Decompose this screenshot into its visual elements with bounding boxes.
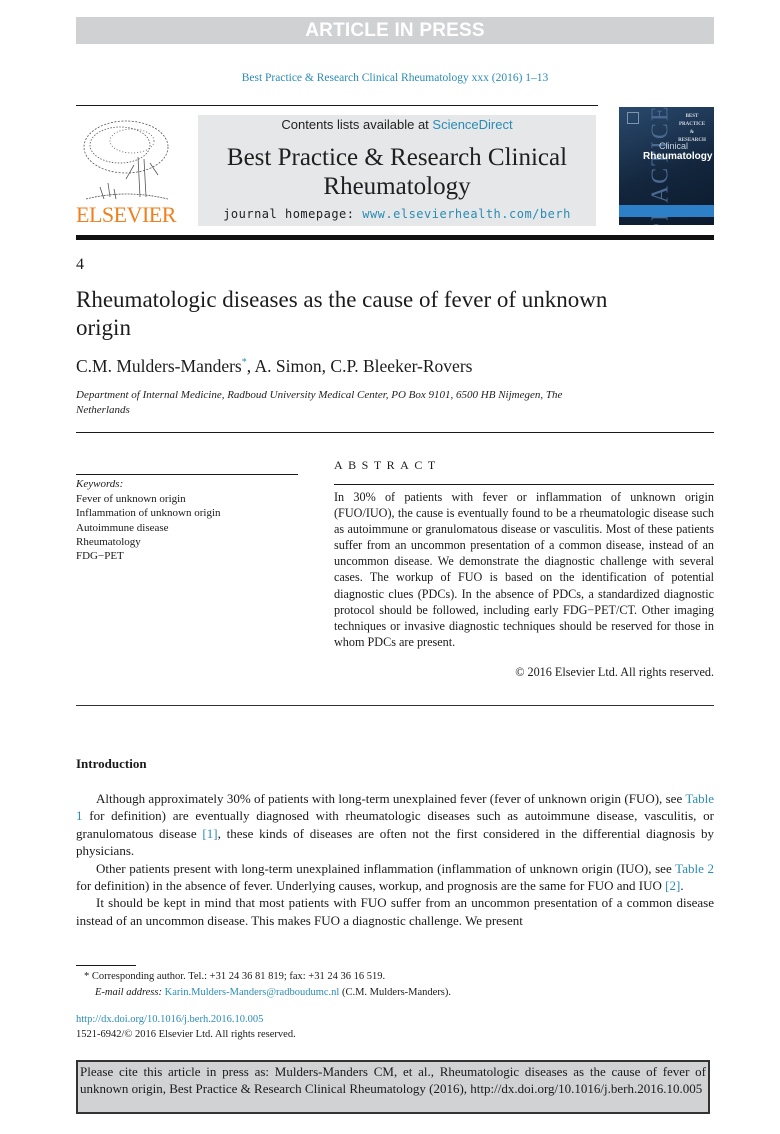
author-list: C.M. Mulders-Manders*, A. Simon, C.P. Bl… bbox=[76, 356, 472, 377]
abstract-end-rule bbox=[76, 705, 714, 706]
keywords-rule bbox=[76, 474, 298, 475]
contents-available-line: Contents lists available at ScienceDirec… bbox=[198, 117, 596, 132]
email-suffix: (C.M. Mulders-Manders). bbox=[339, 986, 452, 998]
footnote: * Corresponding author. Tel.: +31 24 36 … bbox=[84, 969, 684, 1000]
author-name[interactable]: C.P. Bleeker-Rovers bbox=[330, 356, 472, 376]
journal-masthead: Contents lists available at ScienceDirec… bbox=[198, 115, 596, 226]
issn-copyright: 1521-6942/© 2016 Elsevier Ltd. All right… bbox=[76, 1029, 296, 1040]
text-run: Other patients present with long-term un… bbox=[96, 860, 676, 876]
reference-2-link[interactable]: [2] bbox=[665, 878, 680, 893]
contents-prefix: Contents lists available at bbox=[281, 117, 433, 132]
journal-title: Best Practice & Research Clinical Rheuma… bbox=[226, 144, 568, 200]
footnote-rule bbox=[76, 965, 136, 966]
introduction-body: Although approximately 30% of patients w… bbox=[76, 790, 714, 929]
doi-block: http://dx.doi.org/10.1016/j.berh.2016.10… bbox=[76, 1012, 296, 1042]
article-title: Rheumatologic diseases as the cause of f… bbox=[76, 287, 608, 340]
elsevier-logo[interactable]: ELSEVIER bbox=[76, 115, 176, 227]
elsevier-wordmark: ELSEVIER bbox=[76, 202, 176, 227]
email-label: E-mail address: bbox=[95, 986, 162, 998]
cover-band bbox=[619, 205, 714, 217]
author-name[interactable]: A. Simon bbox=[255, 356, 322, 376]
cover-line2: Rheumatology bbox=[643, 151, 713, 162]
citation-box: Please cite this article in press as: Mu… bbox=[76, 1060, 710, 1114]
header-rule bbox=[76, 105, 598, 106]
text-run: for definition) in the absence of fever.… bbox=[76, 878, 666, 894]
text-run: Although approximately 30% of patients w… bbox=[96, 791, 686, 806]
email-line: E-mail address: Karin.Mulders-Manders@ra… bbox=[84, 985, 684, 1001]
intro-paragraph-3: It should be kept in mind that most pati… bbox=[76, 895, 714, 928]
doi-link[interactable]: http://dx.doi.org/10.1016/j.berh.2016.10… bbox=[76, 1012, 296, 1027]
keyword-item: Fever of unknown origin bbox=[76, 493, 186, 505]
keywords-heading: Keywords: bbox=[76, 478, 124, 490]
sciencedirect-link[interactable]: ScienceDirect bbox=[432, 117, 512, 132]
journal-cover-thumbnail[interactable]: BEST PRACTICE & RESEARCH PRACTICE Clinic… bbox=[619, 107, 714, 225]
abstract-copyright: © 2016 Elsevier Ltd. All rights reserved… bbox=[515, 665, 714, 679]
corresponding-author-note: * Corresponding author. Tel.: +31 24 36 … bbox=[84, 971, 386, 982]
homepage-link[interactable]: www.elsevierhealth.com/berh bbox=[362, 207, 571, 221]
abstract-heading: ABSTRACT bbox=[334, 458, 441, 472]
email-link[interactable]: Karin.Mulders-Manders@radboudumc.nl bbox=[165, 987, 340, 998]
article-in-press-banner: ARTICLE IN PRESS bbox=[76, 17, 714, 44]
cover-emblem-icon bbox=[627, 112, 639, 124]
journal-homepage-line: journal homepage: www.elsevierhealth.com… bbox=[198, 207, 596, 221]
homepage-label: journal homepage: bbox=[223, 207, 363, 221]
abstract-text: In 30% of patients with fever or inflamm… bbox=[334, 490, 714, 649]
intro-paragraph-1: Although approximately 30% of patients w… bbox=[76, 790, 714, 860]
author-affiliation: Department of Internal Medicine, Radboud… bbox=[76, 389, 563, 416]
keyword-item: Rheumatology bbox=[76, 535, 141, 548]
author-name[interactable]: C.M. Mulders-Manders bbox=[76, 356, 242, 376]
intro-paragraph-2: Other patients present with long-term un… bbox=[76, 860, 714, 895]
section-rule bbox=[76, 432, 714, 433]
keyword-item: FDG−PET bbox=[76, 550, 124, 563]
journal-reference-link[interactable]: Best Practice & Research Clinical Rheuma… bbox=[76, 72, 714, 84]
abstract-rule bbox=[334, 484, 714, 485]
text-run: . bbox=[680, 878, 684, 894]
reference-1-link[interactable]: [1] bbox=[202, 826, 217, 841]
keyword-item: Autoimmune disease bbox=[76, 521, 169, 534]
keywords-list: Fever of unknown origin Inflammation of … bbox=[76, 492, 221, 563]
article-number: 4 bbox=[76, 256, 84, 273]
elsevier-tree-icon bbox=[83, 120, 169, 200]
keyword-item: Inflammation of unknown origin bbox=[76, 507, 221, 520]
table-2-link[interactable]: Table 2 bbox=[675, 861, 714, 876]
masthead-thick-rule bbox=[76, 235, 714, 240]
introduction-heading: Introduction bbox=[76, 756, 147, 771]
author-separator: , bbox=[246, 356, 255, 376]
cover-line1: Clinical bbox=[659, 141, 689, 151]
